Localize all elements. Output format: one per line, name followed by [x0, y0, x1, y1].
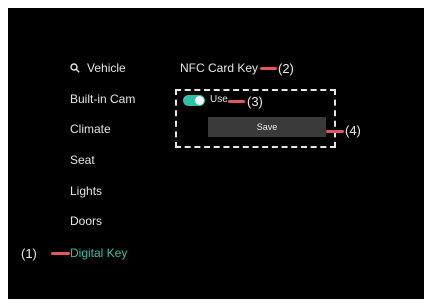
sidebar-item-built-in-cam[interactable]: Built-in Cam — [70, 92, 135, 106]
sidebar-item-lights[interactable]: Lights — [70, 184, 102, 198]
callout-2-label: (2) — [278, 61, 294, 76]
callout-3-pointer — [228, 100, 245, 103]
callout-4-pointer — [326, 130, 344, 133]
search-icon — [70, 63, 80, 73]
sidebar-item-label: Lights — [70, 184, 103, 198]
callout-1-label: (1) — [21, 246, 37, 261]
page-title: NFC Card Key — [180, 61, 259, 75]
sidebar-item-label: Climate — [70, 122, 111, 136]
use-toggle[interactable] — [183, 95, 205, 106]
sidebar-item-doors[interactable]: Doors — [70, 214, 102, 228]
callout-1-pointer — [51, 252, 70, 255]
save-button[interactable]: Save — [208, 117, 326, 137]
sidebar-item-label: Built-in Cam — [70, 92, 136, 106]
sidebar-item-label: Doors — [70, 214, 103, 228]
sidebar-item-digital-key[interactable]: Digital Key — [70, 246, 127, 260]
callout-3-label: (3) — [247, 94, 263, 109]
settings-screen: Vehicle Built-in Cam Climate Seat Lights… — [8, 8, 424, 299]
callout-4-label: (4) — [345, 123, 361, 138]
sidebar-item-label: Seat — [70, 153, 95, 167]
toggle-knob — [195, 96, 204, 105]
sidebar-item-climate[interactable]: Climate — [70, 122, 111, 136]
sidebar-item-label: Digital Key — [70, 246, 128, 260]
sidebar-item-vehicle[interactable]: Vehicle — [70, 61, 126, 75]
sidebar-item-seat[interactable]: Seat — [70, 153, 95, 167]
use-toggle-label: Use — [210, 94, 228, 105]
callout-2-pointer — [260, 67, 277, 70]
sidebar-item-label: Vehicle — [87, 61, 126, 75]
